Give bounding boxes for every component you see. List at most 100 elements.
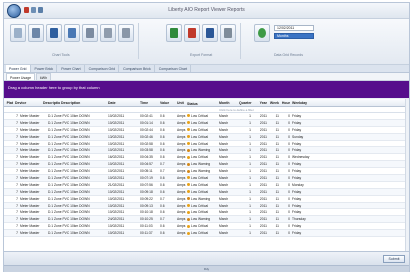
tab-comparison-grid[interactable]: Comparison Grid [86,65,120,72]
grid-vertical-scrollbar[interactable] [405,99,409,251]
table-row[interactable]: 7 Meter Master D.1 Zone PVC 10km DOWN 10/02… [4,113,409,120]
export-image-button[interactable] [220,24,236,42]
cell-date: 10/02/2011 [108,210,125,215]
status-text: Low Warning [191,169,211,174]
cell-value: 0.6 [160,182,165,187]
cell-description: D.1 Zone PVC 10km DOWN [48,203,90,208]
cell-weekday: Friday [292,189,302,194]
table-row[interactable]: 7 Meter Master D.1 Zone PVC 10km DOWN 10/02… [4,188,409,196]
cell-plat: 7 [16,169,18,174]
cell-year: 2011 [259,224,267,229]
print-button[interactable] [100,24,116,42]
cell-description: D.1 Zone PVC 10km DOWN [48,120,90,125]
column-header-time[interactable]: Time [139,99,159,106]
column-header-hour[interactable]: Hour [280,99,291,106]
export-word-button[interactable] [202,24,218,42]
report-view-button[interactable] [64,24,80,42]
cell-quarter: 1 [249,217,251,222]
submit-button[interactable]: Submit [383,255,405,263]
tab-power-usage[interactable]: Power Usage [6,73,36,80]
table-row[interactable]: 7 Meter Master D.1 Zone PVC 10km DOWN 10/02… [4,230,409,238]
cell-hour: 0 [288,162,290,167]
app-window: Liberty AIO Report Viewer Reports Chart … [3,2,410,272]
cell-date: 10/02/2011 [108,148,125,153]
cell-value: 0.6 [160,224,165,229]
table-row[interactable]: 7 Meter Master D.1 Zone PVC 10km DOWN 10/02… [4,175,409,182]
status-icon [187,217,190,221]
cell-unit: Amps [177,224,186,229]
cell-description: D.1 Zone PVC 10km DOWN [48,141,90,146]
table-row[interactable]: 7 Meter Master D.1 Zone PVC 10km DOWN 10/02… [4,141,409,148]
tab-power-brick[interactable]: Power Brick [32,65,58,72]
status-text: Low Critical [191,231,209,236]
cell-status: Low Critical [186,204,218,208]
column-header-date[interactable]: Date [107,99,139,106]
cell-plat: 7 [16,134,18,139]
date-combo[interactable]: 12/02/2011 [274,25,314,31]
column-header-quarter[interactable]: Quarter [238,99,252,106]
column-header-device[interactable]: Device [14,99,42,106]
table-row[interactable]: 7 Meter Master D.1 Zone PVC 10km DOWN 10/02… [4,147,409,155]
cell-plat: 7 [16,217,18,222]
table-row[interactable]: 7 Meter Master D.1 Zone PVC 10km DOWN 13/02… [4,133,409,141]
cell-date: 21/02/2011 [108,182,125,187]
column-header-plat[interactable]: Plat [4,99,14,106]
tab-comparison-brick[interactable]: Comparison Brick [120,65,155,72]
tab-comparison-chart[interactable]: Comparison Chart [156,65,192,72]
status-text: Low Critical [191,127,209,132]
table-row[interactable]: 7 Meter Master D.1 Zone PVC 10km DOWN 10/02… [4,168,409,176]
refresh-button[interactable] [254,24,270,42]
cell-status: Low Warning [186,217,218,221]
table-row[interactable]: 7 Meter Master D.1 Zone PVC 10km DOWN 10/02… [4,161,409,169]
export-excel-button[interactable] [166,24,182,42]
status-text: Low Critical [191,141,209,146]
export-pdf-button[interactable] [184,24,200,42]
cell-month: March [219,182,229,187]
cell-status: Low Warning [186,162,218,166]
column-header-description-2[interactable]: Description [60,99,107,106]
tab-kwh[interactable]: kWh [36,73,52,80]
cell-week: 11 [275,148,279,153]
table-row[interactable]: 7 Meter Master D.1 Zone PVC 10km DOWN 10/02… [4,202,409,210]
table-row[interactable]: 7 Meter Master D.1 Zone PVC 10km DOWN 21/02… [4,182,409,189]
cell-year: 2011 [259,155,267,160]
column-header-value[interactable]: Value [159,99,176,106]
cell-value: 0.6 [160,175,165,180]
page-setup-button[interactable] [118,24,134,42]
cell-status: Low Critical [186,224,218,228]
cell-quarter: 1 [249,148,251,153]
cell-month: March [219,148,229,153]
table-row[interactable]: 7 Meter Master D.1 Zone PVC 10km DOWN 16/02… [4,154,409,162]
cell-unit: Amps [177,134,186,139]
cell-status: Low Critical [186,231,218,235]
tab-power-grid[interactable]: Power Grid [6,65,31,72]
cell-week: 11 [275,224,279,229]
column-header-year[interactable]: Year [252,99,268,106]
cell-week: 11 [275,210,279,215]
table-row[interactable]: 7 Meter Master D.1 Zone PVC 10km DOWN 10/02… [4,119,409,127]
tab-power-chart[interactable]: Power Chart [58,65,85,72]
column-header-month[interactable]: Month [218,99,238,106]
chart-view-button[interactable] [28,24,44,42]
status-icon [187,231,190,235]
column-header-description[interactable]: Description [42,99,60,106]
cell-description: D.1 Zone PVC 10km DOWN [48,162,90,167]
group-by-panel[interactable]: Drag a column header here to group by th… [4,81,409,98]
table-row[interactable]: 7 Meter Master D.1 Zone PVC 10km DOWN 10/02… [4,196,409,203]
cell-value: 0.7 [160,196,165,201]
table-row[interactable]: 7 Meter Master D.1 Zone PVC 10km DOWN 10/02… [4,127,409,134]
print-preview-button[interactable] [82,24,98,42]
table-row[interactable]: 7 Meter Master D.1 Zone PVC 10km DOWN 10/02… [4,209,409,217]
table-row[interactable]: 7 Meter Master D.1 Zone PVC 10km DOWN 24/02… [4,216,409,224]
cell-time: 00:07:56 [140,182,153,187]
column-header-week[interactable]: Week [268,99,280,106]
period-combo[interactable]: Months [274,33,314,39]
grid-view-button[interactable] [10,24,26,42]
cell-unit: Amps [177,182,186,187]
column-header-status[interactable]: Status [186,99,218,106]
column-header-weekday[interactable]: Weekday [291,99,313,106]
column-header-unit[interactable]: Unit [176,99,186,106]
status-text: Low Critical [191,224,209,229]
table-row[interactable]: 7 Meter Master D.1 Zone PVC 10km DOWN 10/02… [4,223,409,231]
table-view-button[interactable] [46,24,62,42]
